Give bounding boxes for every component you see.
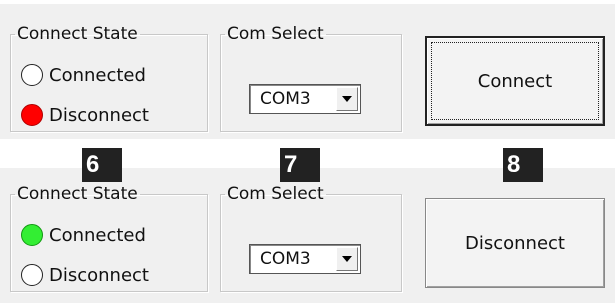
callout-tag-6: 6 <box>82 148 122 182</box>
connected-label: Connected <box>49 224 146 246</box>
connected-indicator-row: Connected <box>21 224 146 246</box>
chevron-down-icon <box>342 96 352 102</box>
connect-state-legend: Connect State <box>17 24 138 44</box>
dropdown-arrow-button[interactable] <box>336 87 358 111</box>
disconnect-indicator-row: Disconnect <box>21 104 149 126</box>
disconnect-indicator-icon <box>21 264 43 286</box>
dropdown-arrow-button[interactable] <box>336 247 358 271</box>
com-select-group: Com Select COM3 <box>220 26 402 132</box>
com-port-value: COM3 <box>260 89 311 109</box>
disconnect-button-label: Disconnect <box>465 232 565 254</box>
serial-panel-disconnected: Connect State Connected Disconnect Com S… <box>0 4 615 139</box>
disconnect-indicator-row: Disconnect <box>21 264 149 286</box>
disconnect-indicator-icon <box>21 104 43 126</box>
com-port-dropdown[interactable]: COM3 <box>249 244 361 274</box>
serial-panel-connected: Connect State Connected Disconnect Com S… <box>0 168 615 303</box>
connected-indicator-row: Connected <box>21 64 146 86</box>
connect-state-legend: Connect State <box>17 184 138 204</box>
disconnect-label: Disconnect <box>49 104 149 126</box>
connected-label: Connected <box>49 64 146 86</box>
com-select-legend: Com Select <box>227 184 324 204</box>
com-port-dropdown[interactable]: COM3 <box>249 84 361 114</box>
callout-tag-7: 7 <box>280 148 320 182</box>
connected-indicator-icon <box>21 224 43 246</box>
connected-indicator-icon <box>21 64 43 86</box>
disconnect-label: Disconnect <box>49 264 149 286</box>
chevron-down-icon <box>342 256 352 262</box>
callout-tag-8: 8 <box>503 148 543 182</box>
focus-ring <box>431 42 599 120</box>
com-port-value: COM3 <box>260 249 311 269</box>
com-select-group: Com Select COM3 <box>220 186 402 292</box>
com-select-legend: Com Select <box>227 24 324 44</box>
connect-state-group: Connect State Connected Disconnect <box>10 186 208 292</box>
disconnect-button[interactable]: Disconnect <box>425 198 605 288</box>
connect-state-group: Connect State Connected Disconnect <box>10 26 208 132</box>
connect-button[interactable]: Connect <box>425 36 605 126</box>
